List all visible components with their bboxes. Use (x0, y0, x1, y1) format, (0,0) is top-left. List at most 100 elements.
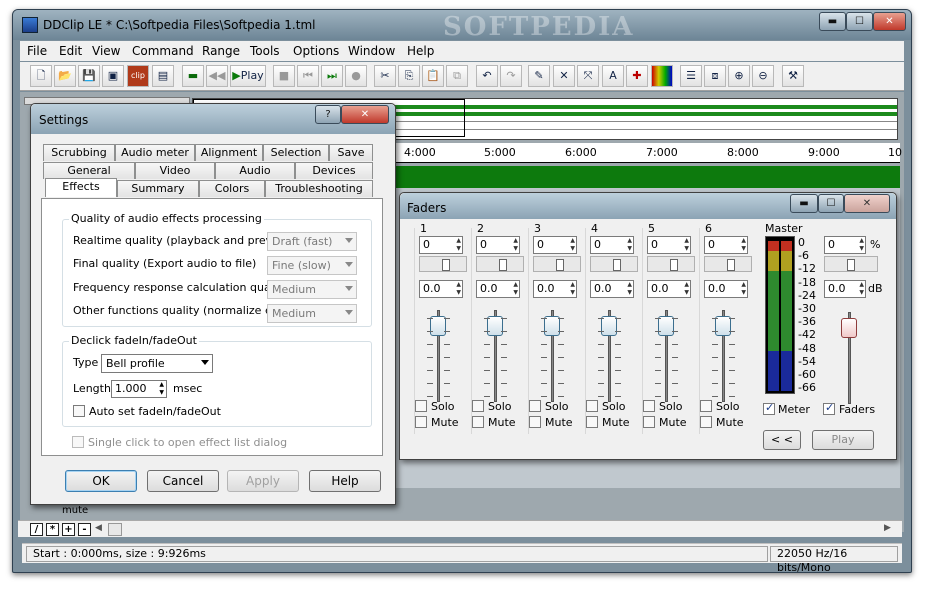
fader-knob[interactable] (841, 318, 857, 338)
clip-icon[interactable]: clip (127, 65, 149, 87)
channel-pan-slider[interactable] (590, 256, 638, 272)
scroll-thumb[interactable] (108, 523, 122, 536)
ok-button[interactable]: OK (65, 470, 137, 492)
cut-icon[interactable]: ✂ (374, 65, 396, 87)
minimize-button[interactable]: ▬ (819, 12, 846, 31)
master-pan-spinner[interactable]: 0 (824, 236, 866, 254)
fader-knob[interactable] (544, 316, 560, 336)
channel-fader[interactable] (655, 310, 678, 402)
tab-audio-meter[interactable]: Audio meter (115, 144, 195, 161)
channel-pan-slider[interactable] (533, 256, 581, 272)
tab-general[interactable]: General (43, 162, 135, 179)
master-gain-spinner[interactable]: 0.0 (824, 280, 866, 298)
save-icon[interactable]: 💾 (78, 65, 100, 87)
apply-button[interactable]: Apply (227, 470, 299, 492)
channel-pan-slider[interactable] (647, 256, 695, 272)
frequency-quality-select[interactable]: Medium (267, 280, 357, 299)
paste-mix-icon[interactable]: ⧉ (446, 65, 468, 87)
zoom-out-icon[interactable]: ⊖ (752, 65, 774, 87)
solo-checkbox[interactable] (472, 400, 484, 412)
mute-checkbox[interactable] (472, 416, 484, 428)
channel-pan-spinner[interactable]: 0 (533, 236, 577, 254)
zoom-all-button[interactable]: * (46, 523, 59, 536)
menu-file[interactable]: File (27, 44, 47, 58)
tab-audio[interactable]: Audio (215, 162, 295, 179)
solo-checkbox[interactable] (529, 400, 541, 412)
tab-alignment[interactable]: Alignment (195, 144, 263, 161)
auto-set-checkbox[interactable] (73, 405, 85, 417)
channel-gain-spinner[interactable]: 0.0 (647, 280, 691, 298)
channel-pan-spinner[interactable]: 0 (419, 236, 463, 254)
menu-window[interactable]: Window (348, 44, 395, 58)
time-ruler[interactable]: 4:000 5:000 6:000 7:000 8:000 9:000 10 (394, 143, 902, 163)
scroll-right-icon[interactable]: ▶ (884, 523, 894, 536)
step-back-icon[interactable]: ⏮ (297, 65, 319, 87)
mute-label[interactable]: mute (62, 505, 88, 516)
layers-icon[interactable]: ⧈ (704, 65, 726, 87)
mute-checkbox[interactable] (529, 416, 541, 428)
stop-icon[interactable]: ■ (273, 65, 295, 87)
solo-checkbox[interactable] (643, 400, 655, 412)
edit-marker-icon[interactable]: ✎ (528, 65, 550, 87)
new-icon[interactable]: 🗋 (30, 65, 52, 87)
zoom-in-icon[interactable]: ⊕ (728, 65, 750, 87)
length-spinner[interactable]: 1.000 ▲ ▼ (111, 380, 167, 398)
tab-selection[interactable]: Selection (263, 144, 329, 161)
solo-checkbox[interactable] (586, 400, 598, 412)
solo-checkbox[interactable] (700, 400, 712, 412)
help-icon[interactable]: ? (315, 105, 341, 124)
fader-knob[interactable] (601, 316, 617, 336)
channel-gain-spinner[interactable]: 0.0 (704, 280, 748, 298)
single-click-checkbox[interactable] (72, 436, 84, 448)
menu-help[interactable]: Help (407, 44, 434, 58)
menu-tools[interactable]: Tools (250, 44, 280, 58)
meter-checkbox[interactable] (763, 401, 775, 415)
channel-fader[interactable] (712, 310, 735, 402)
settings-title-bar[interactable]: Settings ? ✕ (31, 104, 395, 134)
channel-pan-slider[interactable] (476, 256, 524, 272)
crossfade-icon[interactable]: ✕ (553, 65, 575, 87)
paste-icon[interactable]: 📋 (422, 65, 444, 87)
split-view-icon[interactable]: ☰ (680, 65, 702, 87)
channel-pan-spinner[interactable]: 0 (704, 236, 748, 254)
tab-colors[interactable]: Colors (199, 180, 265, 197)
play-button[interactable]: ▶Play (230, 65, 266, 87)
mute-checkbox[interactable] (643, 416, 655, 428)
title-bar[interactable]: DDClip LE * C:\Softpedia Files\Softpedia… (13, 10, 911, 42)
faders-minimize-button[interactable]: ▬ (790, 194, 818, 213)
channel-fader[interactable] (484, 310, 507, 402)
channel-pan-spinner[interactable]: 0 (590, 236, 634, 254)
channel-pan-slider[interactable] (419, 256, 467, 272)
effect-icon[interactable]: ✚ (626, 65, 648, 87)
channel-pan-spinner[interactable]: 0 (647, 236, 691, 254)
faders-checkbox[interactable] (823, 401, 835, 415)
tab-devices[interactable]: Devices (295, 162, 373, 179)
record-icon[interactable]: ● (345, 65, 367, 87)
tab-effects[interactable]: Effects (45, 178, 117, 197)
record-strip-icon[interactable]: ▬ (182, 65, 204, 87)
faders-maximize-button[interactable]: ☐ (818, 194, 844, 213)
channel-gain-spinner[interactable]: 0.0 (533, 280, 577, 298)
channel-pan-spinner[interactable]: 0 (476, 236, 520, 254)
zoom-fit-button[interactable]: / (30, 523, 43, 536)
spectrum-icon[interactable] (651, 65, 673, 87)
help-button[interactable]: Help (309, 470, 381, 492)
copy-icon[interactable]: ⎘ (398, 65, 420, 87)
channel-gain-spinner[interactable]: 0.0 (476, 280, 520, 298)
film-icon[interactable]: ▤ (152, 65, 174, 87)
tab-video[interactable]: Video (135, 162, 215, 179)
channel-fader[interactable] (598, 310, 621, 402)
horizontal-scrollbar[interactable]: / * + - ◀ ▶ (18, 520, 902, 537)
tab-troubleshooting[interactable]: Troubleshooting (265, 180, 373, 197)
scroll-left-icon[interactable]: ◀ (95, 523, 105, 536)
menu-view[interactable]: View (92, 44, 120, 58)
tab-scrubbing[interactable]: Scrubbing (43, 144, 115, 161)
channel-fader[interactable] (427, 310, 450, 402)
faders-play-button[interactable]: Play (812, 430, 874, 450)
collapse-button[interactable]: < < (763, 430, 801, 450)
tab-summary[interactable]: Summary (117, 180, 199, 197)
menu-edit[interactable]: Edit (59, 44, 82, 58)
tab-save[interactable]: Save (329, 144, 373, 161)
open-icon[interactable]: 📂 (54, 65, 76, 87)
channel-fader[interactable] (541, 310, 564, 402)
